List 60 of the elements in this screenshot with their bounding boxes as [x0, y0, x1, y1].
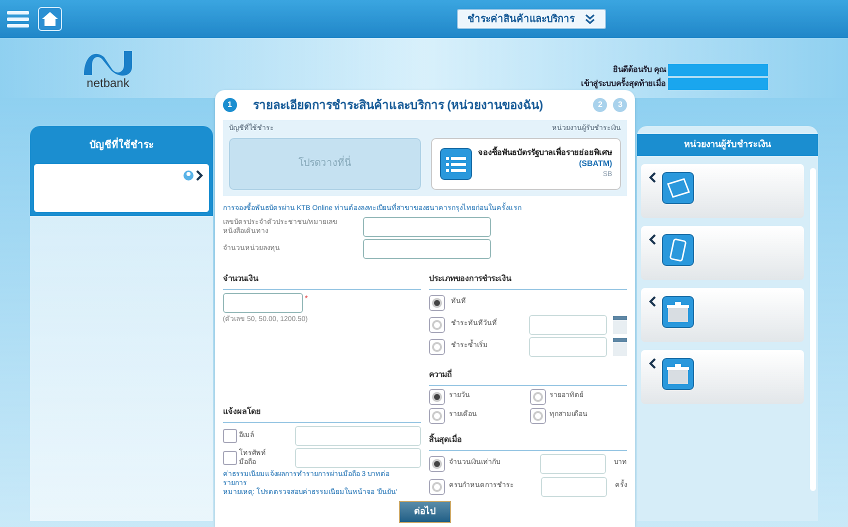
section-heading: จำนวนเงิน [222, 274, 258, 282]
menu-icon[interactable] [6, 8, 30, 30]
payee-card[interactable] [641, 288, 804, 342]
radio-button[interactable] [428, 338, 445, 354]
amount-field[interactable] [222, 292, 303, 312]
double-chevron-icon [584, 14, 594, 24]
logo-text: netbank [86, 77, 130, 89]
checkbox[interactable] [222, 450, 237, 464]
welcome-text: ยินดีต้อนรับ คุณ [612, 64, 666, 76]
step-indicator: 1 [222, 98, 237, 112]
input-field[interactable] [540, 454, 606, 474]
chevron-left-icon [649, 172, 656, 183]
radio-button[interactable] [428, 408, 445, 424]
panel-title: หน่วยงานผู้รับชำระเงิน [684, 138, 772, 152]
radio-button[interactable] [530, 388, 546, 404]
chevron-left-icon [649, 234, 656, 245]
date-field[interactable] [529, 336, 608, 356]
payee-name: จองซื้อพันธบัตรรัฐบาลเพื่อรายย่อยพิเศษ [478, 148, 612, 158]
input-field[interactable] [362, 238, 491, 258]
info-icon [182, 170, 194, 181]
payee-code: (SBATM) [579, 158, 612, 170]
radio-button[interactable] [428, 294, 445, 310]
payee-card[interactable] [641, 164, 804, 218]
radio-button[interactable] [428, 478, 445, 494]
radio-button[interactable] [428, 316, 445, 332]
list-icon [440, 148, 472, 180]
panel-title: บัญชีที่ใช้ชำระ [89, 138, 154, 152]
scrollbar[interactable] [810, 168, 816, 491]
payee-card[interactable] [641, 350, 804, 404]
chevron-left-icon [649, 358, 656, 369]
dialog-title: รายละเอียดการชำระสินค้าและบริการ (หน่วยงานของฉัน) [252, 97, 544, 114]
home-icon[interactable] [38, 7, 62, 31]
payee-card[interactable] [641, 226, 804, 280]
required-mark: * [304, 292, 308, 304]
date-field[interactable] [529, 314, 608, 334]
basket-icon [662, 358, 694, 390]
basket-icon [662, 296, 694, 328]
radio-button[interactable] [530, 408, 546, 424]
checkbox[interactable] [222, 428, 237, 442]
last-login-text: เข้าสู่ระบบครั้งสุดท้ายเมื่อ [581, 78, 666, 90]
section-heading: ประเภทของการชำระเงิน [428, 274, 511, 282]
menu-dropdown[interactable]: ชำระค่าสินค้าและบริการ [456, 9, 606, 29]
section-heading: ความถี่ [428, 370, 452, 378]
chevron-left-icon [649, 296, 656, 307]
section-heading: สิ้นสุดเมื่อ [428, 434, 462, 444]
calendar-icon[interactable] [613, 316, 628, 334]
next-button[interactable]: ต่อไป [398, 500, 451, 522]
section-heading: แจ้งผลโดย [222, 406, 261, 416]
step-indicator: 3 [613, 98, 628, 112]
phone-icon [662, 234, 694, 266]
radio-button[interactable] [428, 388, 445, 404]
input-field[interactable] [362, 216, 491, 236]
input-field[interactable] [294, 426, 421, 446]
radio-button[interactable] [428, 456, 445, 472]
chevron-right-icon [196, 170, 203, 181]
tag-icon [662, 172, 694, 204]
calendar-icon[interactable] [613, 338, 628, 356]
input-field[interactable] [541, 476, 608, 496]
step-indicator: 2 [593, 98, 608, 112]
input-field[interactable] [294, 448, 421, 468]
